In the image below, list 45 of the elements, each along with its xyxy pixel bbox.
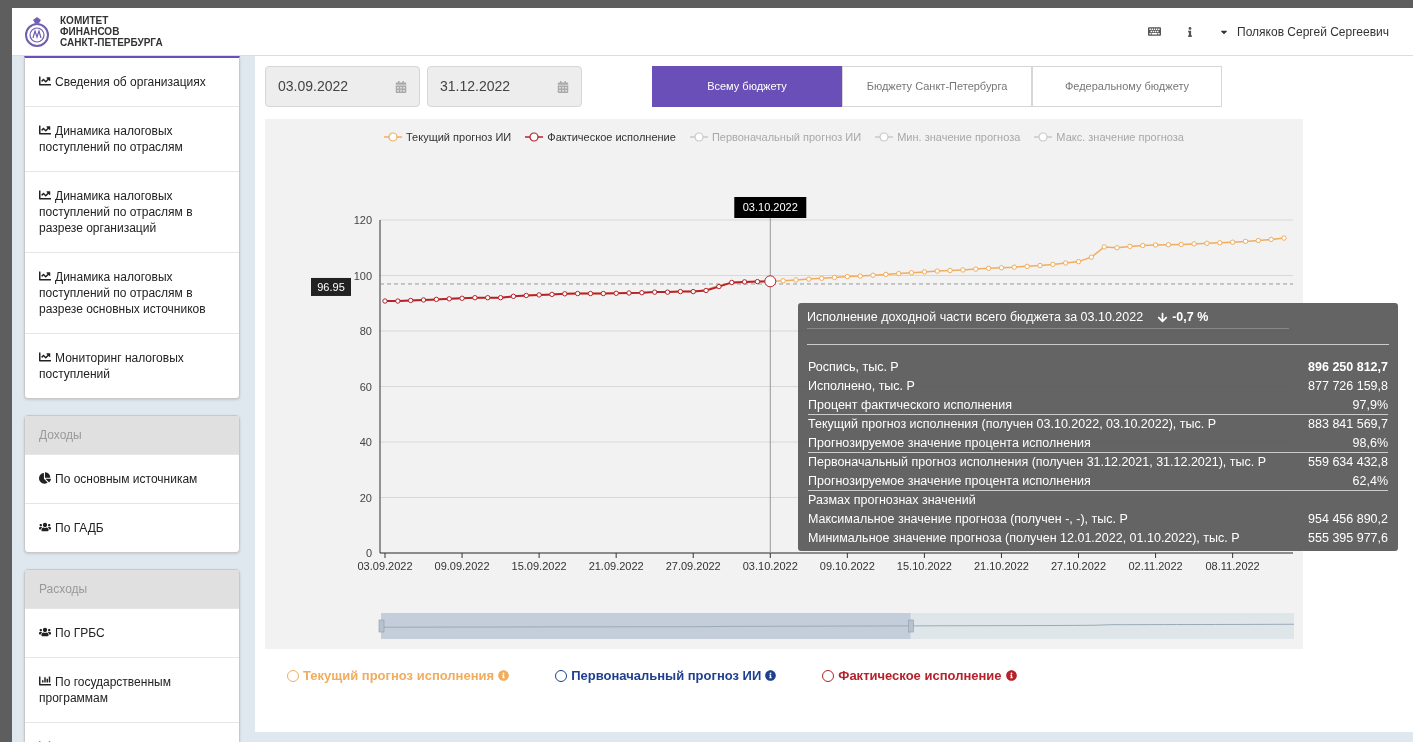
x-axis-label: 21.10.2022 <box>973 560 1029 572</box>
x-axis-label: 15.10.2022 <box>896 560 952 572</box>
x-axis-label: 15.09.2022 <box>511 560 567 572</box>
x-axis-label: 03.10.2022 <box>742 560 798 572</box>
tooltip-label: Текущий прогноз исполнения (получен 03.10.2022, 03.10.2022), тыс. Р <box>808 415 1216 433</box>
tooltip-value: 559 634 432,8 <box>1308 453 1388 471</box>
tooltip-label: Процент фактического исполнения <box>808 396 1012 414</box>
tooltip-label: Прогнозируемое значение процента исполнения <box>808 434 1091 452</box>
tooltip-value: 555 395 977,6 <box>1308 529 1388 547</box>
x-axis-label: 27.09.2022 <box>665 560 721 572</box>
menu-group-title: Доходы <box>25 416 239 454</box>
tooltip-value: 97,9% <box>1352 396 1388 414</box>
x-axis-label: 09.10.2022 <box>819 560 875 572</box>
x-axis-label: 27.10.2022 <box>1051 560 1107 572</box>
y-axis-label: 80 <box>359 325 372 337</box>
tooltip-value: 896 250 812,7 <box>1308 358 1388 376</box>
tooltip-label: Прогнозируемое значение процента исполнения <box>808 472 1091 490</box>
y-axis-label: 100 <box>353 269 372 282</box>
x-axis-label: 08.11.2022 <box>1205 560 1260 572</box>
x-axis-label: 02.11.2022 <box>1128 560 1183 572</box>
x-axis-label: 03.09.2022 <box>357 560 413 572</box>
y-axis-label: 60 <box>359 380 372 393</box>
crosshair-value-label: 96.95 <box>311 277 351 296</box>
tooltip-value: 954 456 890,2 <box>1308 510 1388 528</box>
organization-name: КОМИТЕТ ФИНАНСОВ САНКТ-ПЕТЕРБУРГА <box>60 15 163 48</box>
y-axis-label: 40 <box>359 436 372 448</box>
tooltip-title: Исполнение доходной части всего бюджета за 03.10.2022 <box>807 309 1144 327</box>
tooltip-label: Минимальное значение прогноза (получен 12.01.2022, 01.10.2022), тыс. Р <box>808 529 1240 547</box>
tooltip-label: Первоначальный прогноз исполнения (получен 31.12.2021, 31.12.2021), тыс. Р <box>808 453 1267 471</box>
x-axis-label: 09.09.2022 <box>434 560 490 572</box>
y-axis-label: 0 <box>365 547 372 559</box>
tooltip-label: Роспись, тыс. Р <box>808 358 899 376</box>
y-axis-label: 20 <box>359 491 372 504</box>
tooltip-value: 877 726 159,8 <box>1308 377 1388 395</box>
tooltip-value: 62,4% <box>1352 472 1388 490</box>
tooltip-heading: Размах прогнознах значений <box>808 491 976 509</box>
tooltip-label: Исполнено, тыс. Р <box>808 377 915 395</box>
menu-group-title: Расходы <box>25 570 239 608</box>
tooltip-value: 883 841 569,7 <box>1308 415 1388 433</box>
change-value: -0,7 % <box>1157 308 1209 327</box>
tooltip-label: Максимальное значение прогноза (получен -, -), тыс. Р <box>808 510 1128 528</box>
y-axis-label: 120 <box>353 214 372 226</box>
crosshair-date-label: 03.10.2022 <box>734 197 807 218</box>
x-axis-label: 21.09.2022 <box>588 560 644 572</box>
tooltip-value: 98,6% <box>1352 434 1388 452</box>
